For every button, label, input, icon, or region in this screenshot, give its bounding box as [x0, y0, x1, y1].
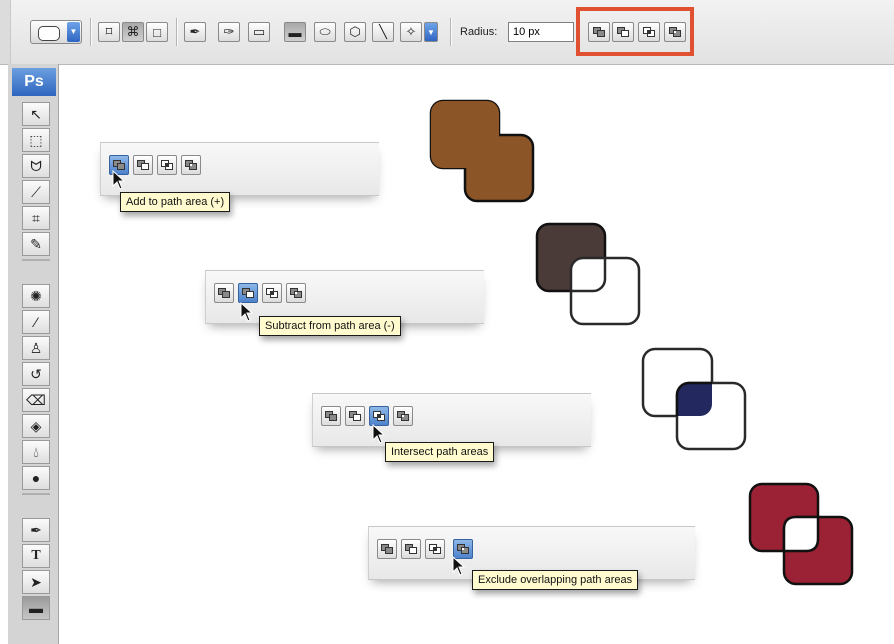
exclude-result-shape [748, 482, 854, 586]
subtract-result-shape [535, 222, 641, 326]
path-combination-illustrations [429, 99, 854, 586]
intersect-result-shape [641, 347, 747, 451]
add-result-shape [429, 99, 535, 203]
